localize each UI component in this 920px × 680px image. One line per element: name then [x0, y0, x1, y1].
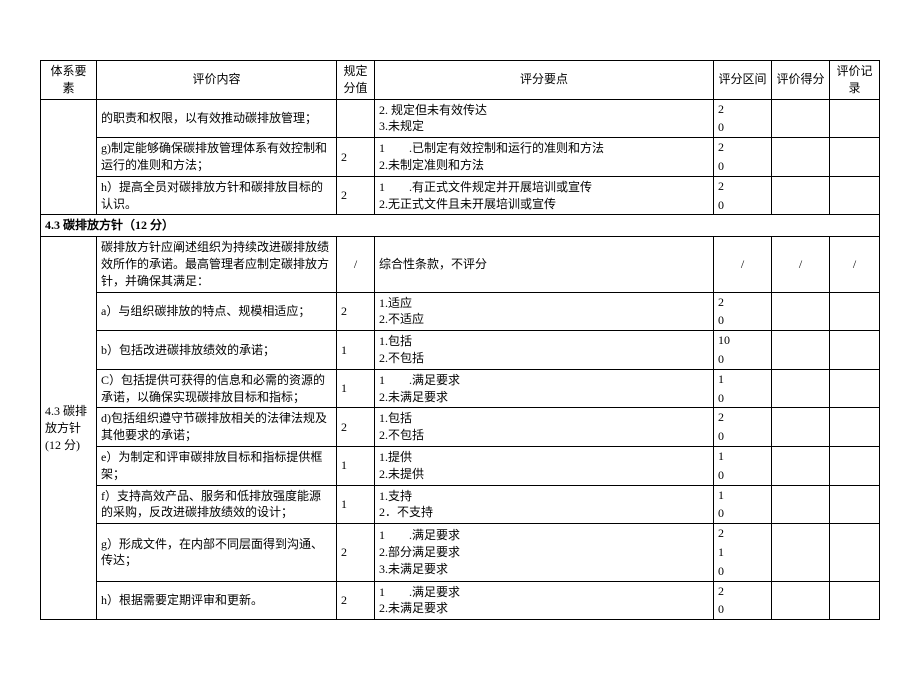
header-sys: 体系要素	[41, 61, 97, 100]
section-header-row: 4.3 碳排放方针（12 分）	[41, 215, 880, 237]
eval-cell	[772, 581, 830, 620]
range-cell: 10	[714, 369, 772, 408]
table-row: d)包括组织遵守节碳排放相关的法律法规及其他要求的承诺；21.包括 2.不包括2…	[41, 408, 880, 447]
score-cell: 2	[337, 138, 375, 177]
content-cell: e）为制定和评审碳排放目标和指标提供框架；	[97, 446, 337, 485]
score-cell: /	[337, 237, 375, 292]
content-cell: h）根据需要定期评审和更新。	[97, 581, 337, 620]
record-cell	[830, 581, 880, 620]
points-cell: 1.包括 2.不包括	[375, 331, 714, 370]
table-row: f）支持高效产品、服务和低排放强度能源的采购，反改进碳排放绩效的设计；11.支持…	[41, 485, 880, 524]
score-cell: 1	[337, 446, 375, 485]
range-cell: 20	[714, 581, 772, 620]
table-row: b）包括改进碳排放绩效的承诺；11.包括 2.不包括100	[41, 331, 880, 370]
eval-cell: /	[772, 237, 830, 292]
points-cell: 1 .已制定有效控制和运行的准则和方法 2.未制定准则和方法	[375, 138, 714, 177]
header-content: 评价内容	[97, 61, 337, 100]
eval-cell	[772, 99, 830, 138]
score-cell: 1	[337, 331, 375, 370]
content-cell: h）提高全员对碳排放方针和碳排放目标的认识。	[97, 176, 337, 215]
header-rec: 评价记录	[830, 61, 880, 100]
content-cell: d)包括组织遵守节碳排放相关的法律法规及其他要求的承诺；	[97, 408, 337, 447]
points-cell: 1.支持 2．不支持	[375, 485, 714, 524]
eval-cell	[772, 331, 830, 370]
content-cell: 碳排放方针应阐述组织为持续改进碳排放绩效所作的承诺。最高管理者应制定碳排放方针，…	[97, 237, 337, 292]
table-row: 4.3 碳排放方针 (12 分)碳排放方针应阐述组织为持续改进碳排放绩效所作的承…	[41, 237, 880, 292]
range-cell: 20	[714, 99, 772, 138]
section-4-3-title: 4.3 碳排放方针（12 分）	[41, 215, 880, 237]
record-cell	[830, 485, 880, 524]
table-row: g)制定能够确保碳排放管理体系有效控制和运行的准则和方法；21 .已制定有效控制…	[41, 138, 880, 177]
table-row: 的职责和权限，以有效推动碳排放管理； 2. 规定但未有效传达 3.未规定20	[41, 99, 880, 138]
eval-cell	[772, 138, 830, 177]
range-cell: /	[714, 237, 772, 292]
score-cell: 2	[337, 176, 375, 215]
eval-cell	[772, 369, 830, 408]
sys-cell-4-3: 4.3 碳排放方针 (12 分)	[41, 237, 97, 620]
score-cell: 2	[337, 524, 375, 581]
eval-cell	[772, 446, 830, 485]
score-cell: 1	[337, 369, 375, 408]
points-cell: 1.包括 2.不包括	[375, 408, 714, 447]
content-cell: f）支持高效产品、服务和低排放强度能源的采购，反改进碳排放绩效的设计；	[97, 485, 337, 524]
table-body: 的职责和权限，以有效推动碳排放管理；2. 规定但未有效传达 3.未规定20g)制…	[41, 99, 880, 620]
eval-cell	[772, 408, 830, 447]
record-cell	[830, 369, 880, 408]
table-row: h）根据需要定期评审和更新。21 .满足要求 2.未满足要求20	[41, 581, 880, 620]
score-cell: 2	[337, 408, 375, 447]
points-cell: 1 .满足要求 2.未满足要求	[375, 369, 714, 408]
sys-cell-pre	[41, 99, 97, 215]
content-cell: C）包括提供可获得的信息和必需的资源的承诺，以确保实现碳排放目标和指标；	[97, 369, 337, 408]
table-row: C）包括提供可获得的信息和必需的资源的承诺，以确保实现碳排放目标和指标；11 .…	[41, 369, 880, 408]
eval-cell	[772, 485, 830, 524]
header-range: 评分区间	[714, 61, 772, 100]
score-cell: 2	[337, 581, 375, 620]
eval-cell	[772, 176, 830, 215]
header-eval: 评价得分	[772, 61, 830, 100]
score-cell: 1	[337, 485, 375, 524]
content-cell: g)制定能够确保碳排放管理体系有效控制和运行的准则和方法；	[97, 138, 337, 177]
table-row: g）形成文件，在内部不同层面得到沟通、传达；21 .满足要求 2.部分满足要求 …	[41, 524, 880, 581]
range-cell: 20	[714, 138, 772, 177]
eval-cell	[772, 292, 830, 331]
points-cell: 1 .有正式文件规定并开展培训或宣传 2.无正式文件且未开展培训或宣传	[375, 176, 714, 215]
range-cell: 10	[714, 446, 772, 485]
record-cell	[830, 138, 880, 177]
table-row: e）为制定和评审碳排放目标和指标提供框架；11.提供 2.未提供10	[41, 446, 880, 485]
record-cell	[830, 292, 880, 331]
points-cell: 2. 规定但未有效传达 3.未规定	[375, 99, 714, 138]
range-cell: 10	[714, 485, 772, 524]
points-cell: 综合性条款，不评分	[375, 237, 714, 292]
range-cell: 20	[714, 292, 772, 331]
points-cell: 1.适应 2.不适应	[375, 292, 714, 331]
points-cell: 1 .满足要求 2.未满足要求	[375, 581, 714, 620]
record-cell	[830, 99, 880, 138]
header-score: 规定分值	[337, 61, 375, 100]
record-cell	[830, 331, 880, 370]
header-points: 评分要点	[375, 61, 714, 100]
record-cell	[830, 446, 880, 485]
evaluation-table: 体系要素 评价内容 规定分值 评分要点 评分区间 评价得分 评价记录 的职责和权…	[40, 60, 880, 620]
score-cell	[337, 99, 375, 138]
points-cell: 1.提供 2.未提供	[375, 446, 714, 485]
table-header-row: 体系要素 评价内容 规定分值 评分要点 评分区间 评价得分 评价记录	[41, 61, 880, 100]
content-cell: a）与组织碳排放的特点、规模相适应；	[97, 292, 337, 331]
range-cell: 100	[714, 331, 772, 370]
record-cell	[830, 524, 880, 581]
points-cell: 1 .满足要求 2.部分满足要求 3.未满足要求	[375, 524, 714, 581]
eval-cell	[772, 524, 830, 581]
record-cell	[830, 408, 880, 447]
content-cell: b）包括改进碳排放绩效的承诺；	[97, 331, 337, 370]
table-row: a）与组织碳排放的特点、规模相适应；21.适应 2.不适应20	[41, 292, 880, 331]
content-cell: 的职责和权限，以有效推动碳排放管理；	[97, 99, 337, 138]
score-cell: 2	[337, 292, 375, 331]
record-cell	[830, 176, 880, 215]
range-cell: 20	[714, 408, 772, 447]
content-cell: g）形成文件，在内部不同层面得到沟通、传达；	[97, 524, 337, 581]
record-cell: /	[830, 237, 880, 292]
range-cell: 20	[714, 176, 772, 215]
table-row: h）提高全员对碳排放方针和碳排放目标的认识。21 .有正式文件规定并开展培训或宣…	[41, 176, 880, 215]
range-cell: 210	[714, 524, 772, 581]
